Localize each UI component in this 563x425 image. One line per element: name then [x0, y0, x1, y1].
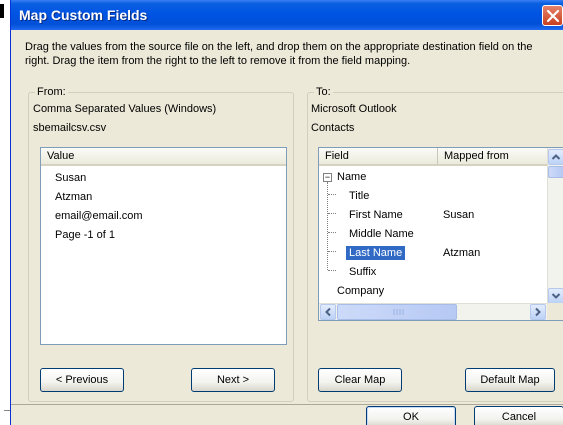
- mapped-from-column-header-label: Mapped from: [444, 150, 509, 162]
- field-column-header-label: Field: [325, 150, 349, 162]
- window-title: Map Custom Fields: [19, 7, 148, 23]
- from-group-label: From:: [35, 86, 68, 98]
- tree-field-company[interactable]: Company: [337, 285, 384, 297]
- mapped-value-last-name: Atzman: [443, 247, 481, 259]
- tree-field-suffix[interactable]: Suffix: [349, 266, 376, 278]
- instructions-text: Drag the values from the source file on …: [25, 41, 533, 67]
- destination-folder-label: Contacts: [311, 122, 355, 134]
- tree-connector-branch: [328, 232, 336, 233]
- grip-icon: [393, 309, 404, 315]
- footer-separator: [11, 404, 563, 405]
- vertical-scrollbar[interactable]: [547, 148, 563, 305]
- close-icon: [546, 9, 560, 23]
- destination-fields-tree[interactable]: Field Mapped from − Name Title First Nam…: [318, 147, 563, 321]
- scroll-right-button[interactable]: [530, 304, 546, 320]
- tree-field-middle-name[interactable]: Middle Name: [349, 228, 414, 240]
- background-window-mark: [0, 4, 4, 18]
- tree-connector-line: [327, 182, 328, 270]
- chevron-right-icon: [535, 307, 541, 317]
- to-group-label: To:: [314, 86, 333, 98]
- tree-connector-branch: [328, 270, 336, 271]
- cancel-button[interactable]: Cancel: [474, 406, 563, 425]
- source-value-item[interactable]: Susan: [55, 172, 86, 184]
- collapse-name-icon[interactable]: −: [323, 173, 332, 182]
- chevron-down-icon: [551, 293, 561, 299]
- scroll-left-button[interactable]: [320, 304, 336, 320]
- destination-app-label: Microsoft Outlook: [311, 103, 397, 115]
- horizontal-scroll-thumb[interactable]: [337, 304, 457, 320]
- title-bar[interactable]: Map Custom Fields: [11, 0, 563, 30]
- mapped-value-first-name: Susan: [443, 209, 475, 221]
- chevron-up-icon: [551, 154, 561, 160]
- tree-connector-branch: [328, 194, 336, 195]
- source-value-item[interactable]: email@email.com: [55, 210, 143, 222]
- source-value-item[interactable]: Page -1 of 1: [55, 229, 115, 241]
- close-button[interactable]: [542, 5, 563, 26]
- source-file-name: sbemailcsv.csv: [33, 122, 107, 134]
- default-map-button[interactable]: Default Map: [465, 368, 555, 392]
- tree-field-first-name[interactable]: First Name: [349, 209, 403, 221]
- ok-button[interactable]: OK: [366, 406, 456, 425]
- map-custom-fields-dialog: Map Custom Fields Drag the values from t…: [10, 0, 563, 425]
- value-column-header-label: Value: [47, 150, 75, 162]
- chevron-left-icon: [325, 307, 331, 317]
- tree-field-last-name-selected[interactable]: Last Name: [346, 246, 406, 260]
- tree-connector-branch: [328, 213, 336, 214]
- collapse-glyph: −: [324, 172, 331, 182]
- source-type-label: Comma Separated Values (Windows): [33, 103, 217, 115]
- tree-field-name[interactable]: Name: [337, 171, 366, 183]
- next-button[interactable]: Next >: [191, 368, 275, 392]
- horizontal-scrollbar[interactable]: [319, 303, 548, 320]
- value-column-header[interactable]: Value: [41, 148, 286, 166]
- tree-field-title[interactable]: Title: [349, 190, 369, 202]
- source-values-list[interactable]: Value Susan Atzman email@email.com Page …: [40, 147, 287, 345]
- field-column-header[interactable]: Field: [319, 148, 438, 166]
- vertical-scroll-thumb[interactable]: [548, 166, 563, 178]
- source-value-item[interactable]: Atzman: [55, 191, 92, 203]
- scroll-up-button[interactable]: [548, 149, 563, 165]
- mapped-from-column-header[interactable]: Mapped from: [438, 148, 548, 166]
- scroll-down-button[interactable]: [548, 288, 563, 304]
- clear-map-button[interactable]: Clear Map: [318, 368, 402, 392]
- scrollbar-corner: [547, 303, 563, 320]
- background-window-edge: [0, 0, 10, 425]
- previous-button[interactable]: < Previous: [40, 368, 124, 392]
- tree-connector-branch: [328, 251, 336, 252]
